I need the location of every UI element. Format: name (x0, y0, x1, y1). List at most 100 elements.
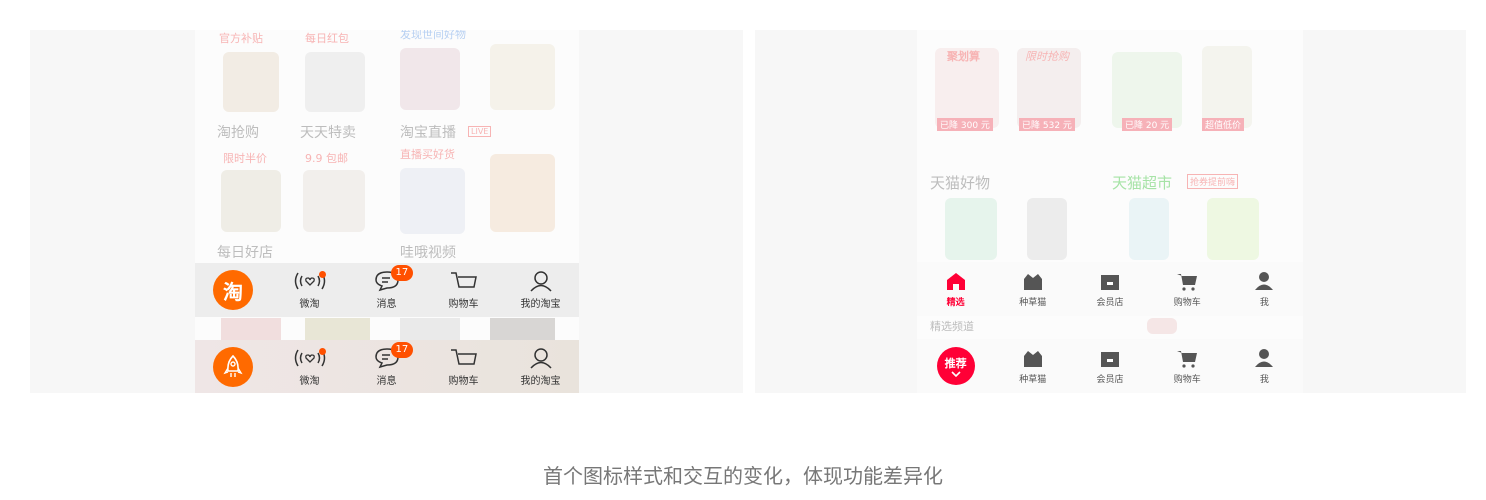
bg-label: 每日红包 (305, 32, 349, 45)
product-image (305, 318, 370, 340)
tab-member-store[interactable]: 会员店 (1071, 262, 1148, 316)
bg-label: 天猫超市 (1112, 174, 1173, 192)
product-image (400, 318, 460, 340)
price-tag: 已降 532 元 (1019, 118, 1075, 131)
notification-dot (318, 271, 326, 278)
product-image (490, 44, 555, 110)
bg-label: 精选频道 (930, 320, 974, 333)
product-image (490, 154, 555, 232)
tab-zhongcao[interactable]: 种草猫 (994, 339, 1071, 393)
bg-label: 聚划算 (947, 50, 980, 63)
bg-label: 直播买好货 (400, 148, 455, 161)
tab-label: 购物车 (1173, 297, 1201, 308)
tab-recommend[interactable]: 推荐 (917, 339, 994, 393)
tmall-tabbar-scrolled: 推荐 种草猫 会员店 购物车 我 (917, 339, 1303, 393)
tab-label: 微淘 (299, 299, 320, 310)
product-image (303, 170, 365, 232)
product-image (223, 52, 279, 112)
cart-icon (450, 272, 477, 288)
tab-my-taobao[interactable]: 我的淘宝 (502, 263, 579, 317)
caption-text: 首个图标样式和交互的变化，体现功能差异化 (543, 464, 943, 488)
product-image (1202, 46, 1252, 128)
home-icon (946, 272, 965, 290)
tab-back-to-top[interactable] (195, 340, 271, 393)
taobao-tabbar-original: 淘 微淘 17 消息 购物车 我的淘宝 (195, 263, 579, 317)
message-badge: 17 (390, 265, 414, 281)
rocket-icon (213, 347, 253, 387)
tab-me[interactable]: 我 (1226, 339, 1303, 393)
tab-cart[interactable]: 购物车 (425, 263, 502, 317)
taobao-phone-screen: 官方补贴 每日红包 发现世间好物 淘抢购 天天特卖 淘宝直播 LIVE 限时半价… (195, 30, 579, 393)
tab-cart[interactable]: 购物车 (1149, 262, 1226, 316)
tab-label: 购物车 (1173, 374, 1201, 385)
tmall-tabbar-original: 精选 种草猫 会员店 购物车 我 (917, 262, 1303, 316)
recommend-button: 推荐 (936, 347, 975, 385)
tab-weitao[interactable]: 微淘 (271, 340, 348, 393)
user-icon (1255, 271, 1274, 290)
bg-label: 哇哦视频 (400, 245, 456, 261)
tab-member-store[interactable]: 会员店 (1071, 339, 1148, 393)
price-tag: 超值低价 (1202, 118, 1245, 131)
tab-featured[interactable]: 精选 (917, 262, 994, 316)
product-image (1129, 198, 1169, 260)
product-image (1147, 318, 1177, 334)
product-image (221, 318, 281, 340)
tab-messages[interactable]: 17 消息 (348, 263, 425, 317)
store-icon (1101, 351, 1119, 367)
product-image (1112, 52, 1182, 128)
product-image (400, 168, 465, 234)
user-icon (529, 271, 552, 292)
taobao-logo-icon: 淘 (213, 270, 253, 310)
tab-label: 我的淘宝 (520, 299, 561, 310)
promo-tag: 抢券提前嗨 (1187, 174, 1239, 189)
price-tag: 已降 300 元 (937, 118, 993, 131)
product-image (400, 48, 460, 110)
tab-label: 微淘 (299, 376, 320, 387)
bg-label: 限时抢购 (1025, 50, 1069, 63)
tab-label: 我的淘宝 (520, 376, 561, 387)
product-image (1027, 198, 1067, 260)
tab-messages[interactable]: 17 消息 (348, 340, 425, 393)
bg-label: 9.9 包邮 (305, 152, 348, 165)
product-image (305, 52, 365, 112)
bg-label: 淘宝直播 (400, 125, 456, 141)
bg-label: 天天特卖 (300, 125, 356, 141)
taobao-tabbar-scrolled: 微淘 17 消息 购物车 我的淘宝 (195, 340, 579, 393)
bg-label: 淘抢购 (217, 125, 259, 141)
notification-dot (318, 348, 326, 355)
store-icon (1101, 274, 1119, 290)
product-image (490, 318, 555, 340)
cart-icon (1177, 273, 1198, 291)
tab-label: 会员店 (1096, 374, 1124, 385)
user-icon (1255, 348, 1274, 367)
tab-cart[interactable]: 购物车 (425, 340, 502, 393)
tab-label: 种草猫 (1019, 374, 1047, 385)
bg-label: 发现世间好物 (400, 30, 466, 41)
cart-icon (1177, 350, 1198, 368)
tab-label: 我 (1259, 374, 1269, 385)
cart-icon (450, 349, 477, 365)
bg-label: 每日好店 (217, 245, 273, 261)
tab-weitao[interactable]: 微淘 (271, 263, 348, 317)
tab-label: 种草猫 (1019, 297, 1047, 308)
cat-box-icon (1023, 350, 1042, 367)
tab-label: 购物车 (448, 299, 479, 310)
tab-home[interactable]: 淘 (195, 263, 271, 317)
tab-label: 消息 (376, 299, 397, 310)
live-tag: LIVE (468, 126, 492, 137)
tab-my-taobao[interactable]: 我的淘宝 (502, 340, 579, 393)
taobao-comparison-panel: 官方补贴 每日红包 发现世间好物 淘抢购 天天特卖 淘宝直播 LIVE 限时半价… (30, 30, 743, 393)
tmall-phone-screen: 聚划算 限时抢购 已降 300 元 已降 532 元 已降 20 元 超值低价 … (917, 30, 1303, 393)
product-image (945, 198, 997, 260)
bg-label: 天猫好物 (930, 174, 991, 192)
tab-cart[interactable]: 购物车 (1149, 339, 1226, 393)
tmall-comparison-panel: 聚划算 限时抢购 已降 300 元 已降 532 元 已降 20 元 超值低价 … (755, 30, 1466, 393)
chevron-down-icon (951, 371, 961, 377)
tab-me[interactable]: 我 (1226, 262, 1303, 316)
tab-zhongcao[interactable]: 种草猫 (994, 262, 1071, 316)
product-image (221, 170, 281, 232)
tab-label: 我 (1259, 297, 1269, 308)
message-badge: 17 (390, 342, 414, 358)
tab-label: 会员店 (1096, 297, 1124, 308)
price-tag: 已降 20 元 (1122, 118, 1173, 131)
